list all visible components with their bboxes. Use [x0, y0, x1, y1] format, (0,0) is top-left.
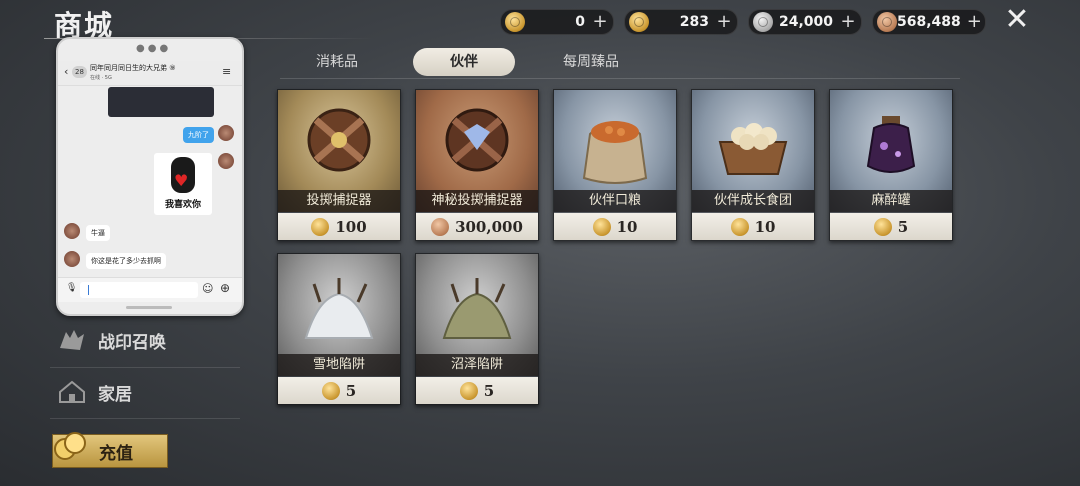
window-handle[interactable]: ●●● [136, 43, 171, 54]
menu-item-war-seal-summon[interactable]: 战印召唤 [52, 320, 242, 360]
close-icon[interactable]: ✕ [1003, 5, 1031, 35]
currency-value: 283 [679, 14, 709, 30]
recharge-button[interactable]: 充值 [52, 432, 168, 468]
price-value: 10 [616, 217, 638, 236]
price-value: 300,000 [455, 217, 523, 236]
shared-screenshot-image[interactable] [108, 87, 214, 117]
shop-item-card[interactable]: 伙伴口粮 10 [553, 89, 677, 241]
tab-partners[interactable]: 伙伴 [413, 48, 515, 76]
gold-coin-icon [311, 217, 330, 236]
shop-item-card[interactable]: 伙伴成长食团 10 [691, 89, 815, 241]
text-caret [88, 285, 89, 295]
tabs-divider [280, 78, 960, 79]
item-name: 伙伴口粮 [554, 190, 676, 212]
chat-status: 在线 · 5G [90, 75, 112, 81]
price-value: 5 [897, 217, 909, 236]
item-name: 投掷捕捉器 [278, 190, 400, 212]
avatar[interactable] [64, 223, 80, 239]
item-price: 10 [692, 213, 814, 240]
chat-input-bar: 🎙 ☺ ⊕ [58, 277, 242, 302]
chat-overlay-window[interactable]: ●●● ‹ 28 同年同月同日生的大兄弟 ⑨ 在线 · 5G ≡ 九阶了 ♥ 我… [56, 37, 244, 316]
shop-item-card[interactable]: 神秘投掷捕捉器 300,000 [415, 89, 539, 241]
item-price: 10 [554, 213, 676, 240]
chat-title: 同年同月同日生的大兄弟 ⑨ [90, 64, 176, 72]
price-value: 10 [754, 217, 776, 236]
menu-label: 战印召唤 [98, 332, 166, 353]
currency-gold-coin: 283 + [624, 9, 738, 35]
microphone-icon[interactable]: 🎙 [66, 283, 77, 293]
message-input[interactable] [80, 282, 198, 298]
menu-divider [50, 367, 240, 368]
item-name: 雪地陷阱 [278, 354, 400, 376]
price-value: 5 [483, 381, 495, 400]
tab-consumables[interactable]: 消耗品 [294, 48, 380, 76]
price-value: 5 [345, 381, 357, 400]
add-icon[interactable]: ⊕ [220, 281, 230, 295]
emoji-icon[interactable]: ☺ [202, 282, 213, 295]
avatar[interactable] [218, 125, 234, 141]
currency-value: 0 [575, 14, 585, 30]
heart-icon: ♥ [174, 171, 189, 190]
currency-value: 24,000 [778, 14, 833, 30]
shop-item-card[interactable]: 雪地陷阱 5 [277, 253, 401, 405]
currency-gold-ticket: 0 + [500, 9, 614, 35]
gold-ticket-icon [505, 12, 525, 32]
back-icon[interactable]: ‹ [64, 65, 68, 78]
item-price: 100 [278, 213, 400, 240]
recharge-label: 充值 [99, 443, 133, 464]
item-name: 沼泽陷阱 [416, 354, 538, 376]
sent-message: 九阶了 [183, 127, 214, 143]
shop-item-card[interactable]: 麻醉罐 5 [829, 89, 953, 241]
received-message: 牛逼 [86, 225, 110, 241]
avatar[interactable] [218, 153, 234, 169]
coin-stack-icon [54, 432, 86, 460]
currency-value: 568,488 [897, 14, 961, 30]
shop-tabs: 消耗品 伙伴 每周臻品 [280, 48, 960, 78]
shop-item-card[interactable]: 投掷捕捉器 100 [277, 89, 401, 241]
home-indicator[interactable] [126, 306, 172, 309]
copper-coin-icon [877, 12, 897, 32]
chat-header: ‹ 28 同年同月同日生的大兄弟 ⑨ 在线 · 5G ≡ [58, 61, 242, 86]
add-currency-button[interactable]: + [839, 13, 857, 31]
add-currency-button[interactable]: + [591, 13, 609, 31]
gold-coin-icon [459, 381, 478, 400]
menu-label: 家居 [98, 384, 132, 405]
item-price: 5 [416, 377, 538, 404]
gold-coin-icon [321, 381, 340, 400]
currency-copper-coin: 568,488 + [872, 9, 986, 35]
add-currency-button[interactable]: + [967, 13, 982, 31]
menu-item-home[interactable]: 家居 [52, 372, 242, 412]
copper-coin-icon [431, 217, 450, 236]
sticker-caption: 我喜欢你 [164, 200, 201, 210]
avatar[interactable] [64, 251, 80, 267]
item-name: 神秘投掷捕捉器 [416, 190, 538, 212]
item-price: 5 [278, 377, 400, 404]
silver-coin-icon [753, 12, 773, 32]
house-icon [59, 380, 85, 403]
item-name: 伙伴成长食团 [692, 190, 814, 212]
sticker-message[interactable]: ♥ 我喜欢你 [154, 153, 212, 215]
menu-divider [50, 418, 240, 419]
tab-weekly-premium[interactable]: 每周臻品 [546, 48, 636, 76]
price-value: 100 [335, 217, 367, 236]
item-price: 5 [830, 213, 952, 240]
wolf-emblem-icon [60, 330, 84, 350]
shop-item-card[interactable]: 沼泽陷阱 5 [415, 253, 539, 405]
currency-silver-coin: 24,000 + [748, 9, 862, 35]
gold-coin-icon [629, 12, 649, 32]
gold-coin-icon [873, 217, 892, 236]
item-name: 麻醉罐 [830, 190, 952, 212]
gold-coin-icon [730, 217, 749, 236]
unread-badge: 28 [72, 66, 87, 78]
gold-coin-icon [592, 217, 611, 236]
add-currency-button[interactable]: + [715, 13, 733, 31]
received-message: 你这是花了多少去抓啊 [86, 253, 166, 269]
menu-icon[interactable]: ≡ [222, 65, 231, 78]
item-price: 300,000 [416, 213, 538, 240]
